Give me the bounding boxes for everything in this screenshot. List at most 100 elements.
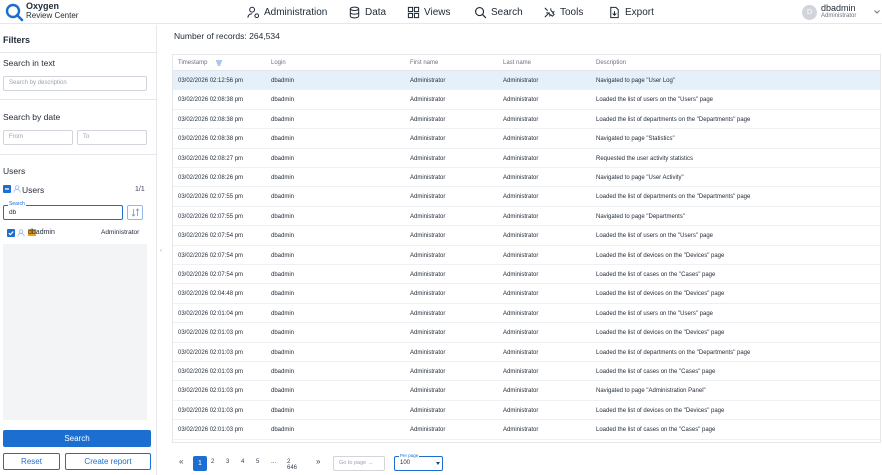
sort-users-button[interactable] [127,205,143,220]
next-page-button[interactable]: » [316,457,320,466]
column-header-timestamp[interactable]: Timestamp [178,60,207,66]
cell-login: dbadmin [271,388,295,395]
record-count: Number of records: 264,534 [174,31,280,41]
per-page-select[interactable]: Per page 100 [394,453,443,471]
user-icon [17,229,25,237]
table-row[interactable]: 03/02/2026 02:01:03 pm dbadmin Administrat… [173,401,880,421]
cell-login: dbadmin [271,407,295,414]
table-row[interactable]: 03/02/2026 02:08:26 pm dbadmin Administrat… [173,168,880,188]
search-button[interactable]: Search [3,430,151,447]
per-page-legend: Per page [399,453,420,458]
search-match-highlight: db [28,229,36,236]
cell-last-name: Administrator [503,155,539,162]
cell-timestamp: 03/02/2026 02:01:03 pm [178,349,244,356]
nav-tools-label: Tools [560,6,584,18]
cell-first-name: Administrator [410,291,446,298]
user-search-input[interactable]: db [3,205,123,220]
search-icon [475,6,487,18]
divider [0,154,157,155]
brand-line-1: Oxygen [26,1,60,11]
filters-sidebar: Filters Search in text Search by descrip… [0,25,157,475]
nav-views[interactable]: Views [407,3,451,21]
page-4-button[interactable]: 4 [241,459,244,465]
table-row[interactable]: 03/02/2026 02:07:54 pm dbadmin Administrat… [173,226,880,246]
first-page-button[interactable]: « [179,457,183,466]
table-row[interactable]: 03/02/2026 02:01:03 pm dbadmin Administrat… [173,343,880,362]
pagination-ellipsis: ... [271,459,277,465]
cell-description: Loaded the list of departments on the "D… [596,116,751,123]
users-list [3,244,147,420]
column-header-last-name[interactable]: Last name [503,60,531,66]
table-row[interactable]: 03/02/2026 02:01:04 pm dbadmin Administrat… [173,304,880,324]
cell-login: dbadmin [271,194,295,201]
cell-description: Loaded the list of cases on the "Cases" … [596,272,716,278]
cell-last-name: Administrator [503,427,539,434]
cell-timestamp: 03/02/2026 02:04:48 pm [178,291,244,298]
cell-login: dbadmin [271,97,295,104]
cell-login: dbadmin [271,233,295,240]
cell-first-name: Administrator [410,175,446,181]
table-row[interactable]: 03/02/2026 02:01:03 pm dbadmin Administrat… [173,323,880,343]
cell-first-name: Administrator [410,116,446,123]
cell-first-name: Administrator [410,330,446,337]
user-name: dbadmin [821,3,856,13]
users-group-checkbox[interactable] [3,185,11,193]
user-search-legend: Search [8,201,26,207]
last-page-button[interactable]: 2 646 [287,459,297,471]
nav-export[interactable]: Export [608,3,654,21]
table-row[interactable]: 03/02/2026 02:07:54 pm dbadmin Administrat… [173,265,880,285]
cell-description: Loaded the list of departments on the "D… [596,349,751,356]
table-row[interactable]: 03/02/2026 02:01:03 pm dbadmin Administrat… [173,420,880,440]
check-icon [8,231,14,236]
grid-icon [407,6,420,18]
nav-data[interactable]: Data [348,3,386,21]
user-item-dbadmin[interactable]: dbadmin [28,229,55,236]
user-item-checkbox[interactable] [7,229,15,237]
create-report-button[interactable]: Create report [65,453,151,470]
user-menu[interactable]: D dbadmin Administrator [802,2,882,22]
cell-first-name: Administrator [410,78,446,84]
table-row[interactable]: 03/02/2026 02:08:38 pm dbadmin Administrat… [173,129,880,149]
table-row[interactable]: 03/02/2026 02:08:27 pm dbadmin Administrat… [173,149,880,168]
table-row[interactable]: 03/02/2026 02:08:38 pm dbadmin Administrat… [173,110,880,130]
page-1-button[interactable]: 1 [193,456,207,471]
table-row[interactable]: 03/02/2026 02:01:03 pm dbadmin Administrat… [173,381,880,401]
cell-timestamp: 03/02/2026 02:01:03 pm [178,407,244,414]
table-row[interactable]: 03/02/2026 02:12:56 pm dbadmin Administrat… [173,71,880,91]
search-description-input[interactable]: Search by description [3,76,147,91]
nav-data-label: Data [365,6,387,18]
reset-button[interactable]: Reset [3,453,60,470]
page-2-button[interactable]: 2 [211,459,214,465]
column-header-first-name[interactable]: First name [410,60,438,66]
cell-login: dbadmin [271,330,295,337]
page-3-button[interactable]: 3 [226,459,229,465]
database-icon [349,6,360,18]
nav-administration[interactable]: Administration [247,3,327,21]
date-to-input[interactable]: To [77,130,147,145]
filters-title: Filters [3,35,31,45]
go-to-page-input[interactable]: Go to page → [333,456,385,471]
table-row[interactable]: 03/02/2026 02:08:38 pm dbadmin Administrat… [173,90,880,110]
brand-name[interactable]: Oxygen Review Center [26,1,78,21]
nav-search[interactable]: Search [474,3,523,21]
cell-timestamp: 03/02/2026 02:08:38 pm [178,136,244,143]
page-5-button[interactable]: 5 [256,459,259,465]
cell-timestamp: 03/02/2026 02:08:27 pm [178,155,244,162]
nav-tools[interactable]: Tools [543,3,583,21]
table-row[interactable]: 03/02/2026 02:04:48 pm dbadmin Administrat… [173,284,880,304]
table-row[interactable]: 03/02/2026 02:07:55 pm dbadmin Administrat… [173,187,880,207]
cell-last-name: Administrator [503,233,539,240]
column-header-description[interactable]: Description [596,60,626,66]
cell-last-name: Administrator [503,252,539,259]
cell-description: Loaded the list of devices on the "Devic… [596,407,725,414]
table-row[interactable]: 03/02/2026 02:07:54 pm dbadmin Administrat… [173,246,880,265]
table-row[interactable]: 03/02/2026 02:07:55 pm dbadmin Administrat… [173,207,880,227]
date-from-input[interactable]: From [3,130,73,145]
users-group-label[interactable]: Users [22,185,44,195]
search-date-heading: Search by date [3,112,61,122]
sidebar-collapse-handle[interactable]: ‹ [160,248,162,254]
table-row[interactable]: 03/02/2026 02:01:03 pm dbadmin Administrat… [173,362,880,382]
user-item-name-rest: admin [35,229,55,236]
sort-icon[interactable] [215,59,223,67]
column-header-login[interactable]: Login [271,60,286,66]
